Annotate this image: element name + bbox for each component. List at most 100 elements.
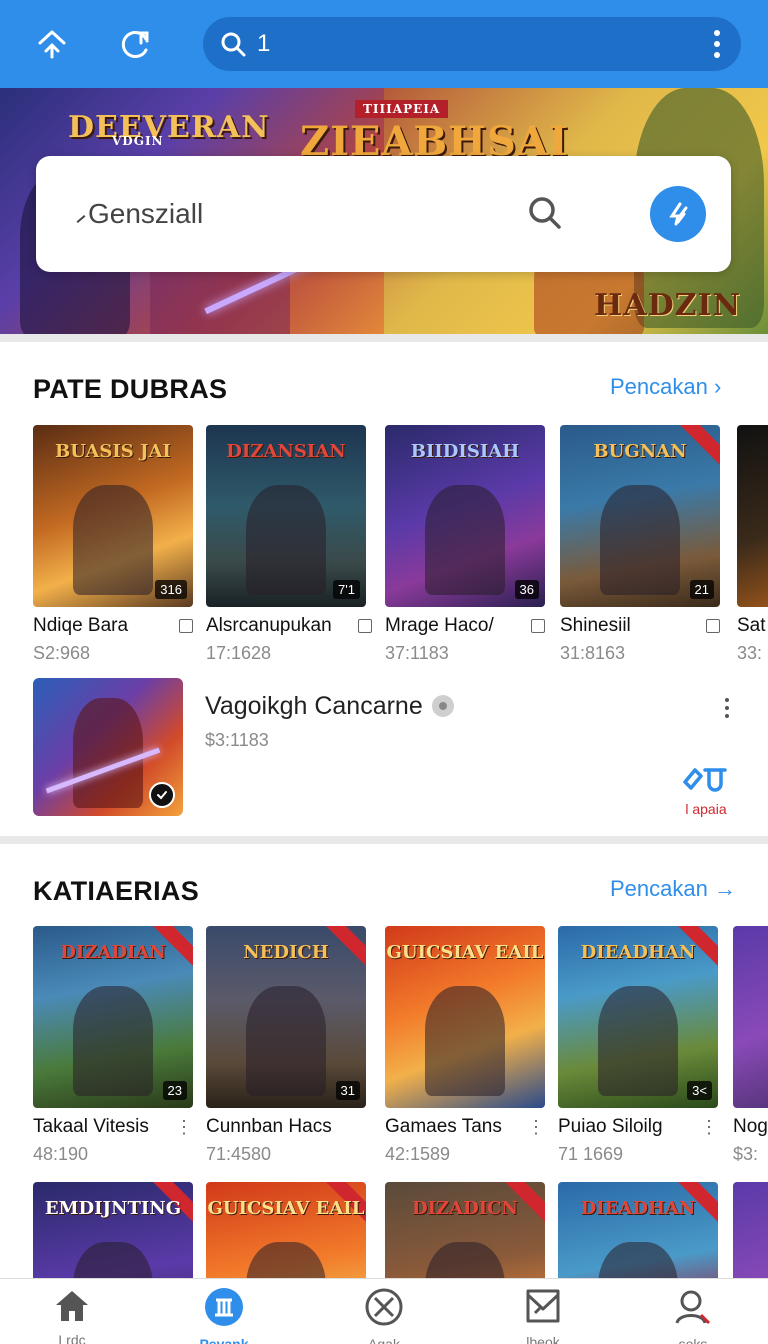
game-thumbnail: BUASIS JAI 316 [33, 425, 193, 607]
nav-label: lbeok [526, 1334, 560, 1344]
section2-more-label: Pencakan [610, 876, 708, 901]
featured-game-meta: $3:1183 [205, 730, 269, 750]
game-thumbnail: NEDICH 31 [206, 926, 366, 1108]
thumbnail-badge: 316 [155, 580, 187, 599]
thumbnail-art-title: DIEADHAN [580, 1198, 696, 1219]
section1-more-link[interactable]: Pencakan › [610, 374, 721, 400]
home-icon [56, 1291, 88, 1321]
nav-label: Agak [368, 1336, 400, 1344]
lightning-icon [669, 202, 688, 226]
arrow-right-icon: → [713, 876, 736, 901]
info-dot-icon [432, 695, 454, 717]
game-thumbnail: DIZANSIAN 7'1 [206, 425, 366, 607]
banner-center-tag: TIIIAPEIA [355, 100, 449, 118]
thumbnail-art-title: EMDIJNTING [44, 1198, 182, 1219]
featured-game-thumbnail[interactable] [33, 678, 183, 816]
thumbnail-art-title: GUICSIAV EAIL [207, 1198, 365, 1219]
select-checkbox[interactable] [531, 619, 545, 633]
search-icon [221, 32, 246, 57]
game-card[interactable]: Nog $3: [733, 926, 768, 1166]
text-cursor [76, 215, 86, 223]
select-checkbox[interactable] [358, 619, 372, 633]
game-thumbnail: BUGNAN 21 [560, 425, 720, 607]
game-thumbnail: BIIDISIAH 36 [385, 425, 545, 607]
nav-label: soks [678, 1336, 708, 1344]
game-thumbnail: DIEADHAN 3< [558, 926, 718, 1108]
game-card[interactable]: DIZANSIAN 7'1 Alsrcanupukan 17:1628 [206, 425, 372, 663]
chevron-right-icon: › [713, 374, 722, 399]
game-card[interactable]: DIEADHAN 3< Puiao Siloilg 71 1669 ⋮ [558, 926, 718, 1164]
thumbnail-art-title: DIEADHAN [580, 942, 696, 963]
top-search-query: 1 [257, 30, 271, 57]
game-card[interactable]: DIZADIAN 23 Takaal Vitesis 48:190 ⋮ [33, 926, 193, 1164]
select-checkbox[interactable] [179, 619, 193, 633]
nav-item-inbox[interactable]: lbeok [488, 1287, 598, 1344]
game-title: Shinesiil [560, 615, 631, 636]
game-thumbnail [737, 425, 768, 607]
game-meta: 31:8163 [560, 643, 626, 663]
nav-item-agak[interactable]: Agak [329, 1287, 439, 1344]
main-search-input[interactable]: Gensziall [88, 198, 203, 230]
game-meta: 42:1589 [385, 1144, 451, 1164]
game-title: Gamaes Tans [385, 1116, 502, 1137]
nav-item-home[interactable]: Lrdc [17, 1287, 127, 1344]
bottom-navigation: Lrdc Pevank Agak lbeok soks [0, 1278, 768, 1344]
overflow-menu-button[interactable] [707, 27, 727, 61]
game-title: Sat [737, 615, 766, 636]
banner-left-title: DEEVERAN [68, 110, 270, 145]
refresh-button[interactable] [114, 22, 158, 66]
thumbnail-art-title: BUASIS JAI [55, 441, 171, 462]
game-thumbnail: DIZADIAN 23 [33, 926, 193, 1108]
top-search-bar[interactable]: 1 [203, 17, 741, 71]
game-meta: S2:968 [33, 643, 91, 663]
thumbnail-badge: 31 [335, 1081, 360, 1100]
game-thumbnail: GUICSIAV EAIL [385, 926, 545, 1108]
game-card[interactable]: BUGNAN 21 Shinesiil 31:8163 [560, 425, 720, 663]
game-card[interactable]: NEDICH 31 Cunnban Hacs 71:4580 [206, 926, 366, 1164]
game-card[interactable]: GUICSIAV EAIL Gamaes Tans 42:1589 ⋮ [385, 926, 545, 1164]
game-card[interactable]: Sat 33: [737, 425, 768, 665]
thumbnail-badge: 36 [514, 580, 539, 599]
search-icon[interactable] [526, 194, 564, 232]
section1-more-label: Pencakan [610, 374, 708, 399]
thumbnail-art-title: DIZADIAN [60, 942, 166, 963]
game-thumbnail [733, 926, 768, 1108]
close-circle-icon [365, 1288, 403, 1326]
section-divider [0, 334, 768, 342]
top-bar: 1 [0, 0, 768, 88]
section2-more-link[interactable]: Pencakan → [610, 876, 736, 902]
nav-item-profile[interactable]: soks [638, 1287, 748, 1344]
select-checkbox[interactable] [706, 619, 720, 633]
nav-label: Lrdc [58, 1332, 86, 1344]
game-title: Takaal Vitesis [33, 1116, 149, 1137]
thumbnail-art-title: DIZADICN [412, 1198, 518, 1219]
section-title-pate-dubras: PATE DUBRAS [33, 374, 228, 404]
nav-item-library[interactable]: Pevank [169, 1287, 279, 1344]
thumbnail-art-title: NEDICH [243, 942, 329, 963]
game-card[interactable]: BIIDISIAH 36 Mrage Haco/ 37:1183 [385, 425, 545, 663]
featured-more-button[interactable] [722, 698, 732, 718]
thumbnail-art-title: BUGNAN [593, 441, 687, 462]
home-up-button[interactable] [30, 22, 74, 66]
game-meta: 71 1669 [558, 1144, 624, 1164]
more-options-icon[interactable]: ⋮ [527, 1118, 545, 1136]
library-icon [205, 1288, 243, 1326]
thumbnail-badge: 3< [687, 1081, 712, 1100]
thumbnail-badge: 23 [162, 1081, 187, 1100]
more-options-icon[interactable]: ⋮ [700, 1118, 718, 1136]
thumbnail-art-title: DIZANSIAN [226, 441, 346, 462]
thumbnail-badge: 21 [689, 580, 714, 599]
featured-action-button[interactable]: l apaia [678, 764, 734, 817]
search-go-button[interactable] [650, 186, 706, 242]
main-search-box[interactable]: Gensziall [36, 156, 731, 272]
more-options-icon[interactable]: ⋮ [175, 1118, 193, 1136]
thumbnail-art-title: BIIDISIAH [410, 441, 520, 462]
profile-icon [675, 1290, 711, 1325]
game-title: Ndiqe Bara [33, 615, 129, 636]
game-card[interactable]: BUASIS JAI 316 Ndiqe Bara S2:968 [33, 425, 193, 663]
banner-left-subtitle: VDGIN [112, 134, 164, 148]
section-title-katiaerias: KATIAERIAS [33, 876, 200, 906]
mail-icon [526, 1289, 560, 1323]
game-title: Puiao Siloilg [558, 1116, 663, 1137]
featured-action-label: l apaia [685, 801, 727, 817]
